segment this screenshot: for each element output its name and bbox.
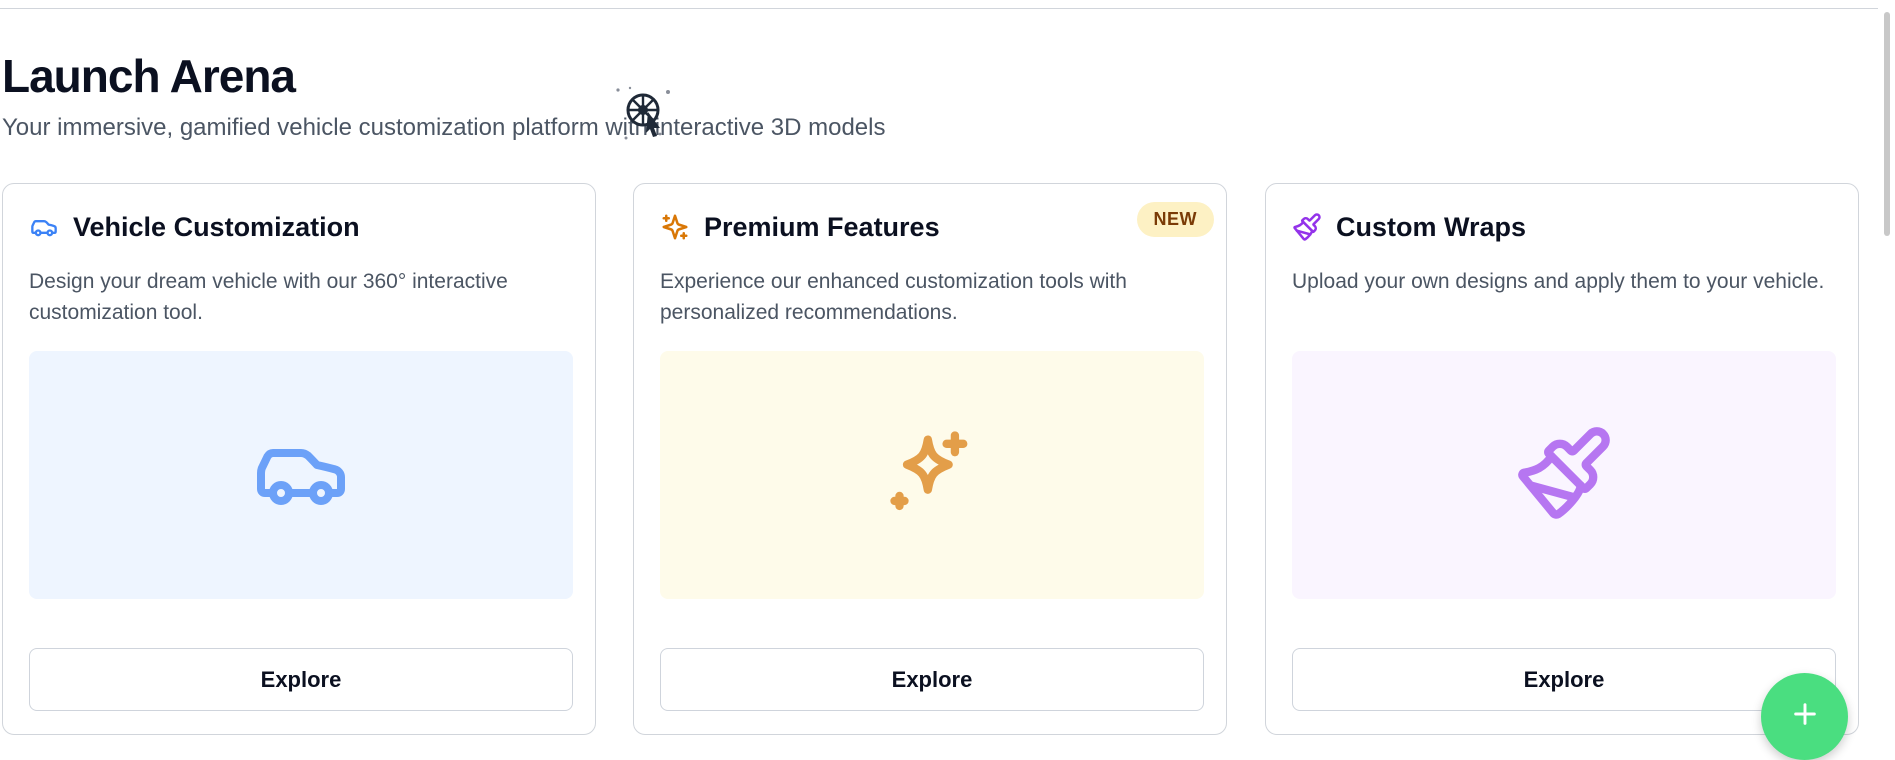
sparkles-icon bbox=[882, 423, 982, 528]
explore-button[interactable]: Explore bbox=[1292, 648, 1836, 711]
explore-button[interactable]: Explore bbox=[29, 648, 573, 711]
busy-cursor-icon bbox=[612, 84, 672, 144]
card-premium-features: Premium Features NEW Experience our enha… bbox=[633, 183, 1227, 735]
card-title: Premium Features bbox=[704, 212, 940, 242]
card-custom-wraps: Custom Wraps Upload your own designs and… bbox=[1265, 183, 1859, 735]
page-title: Launch Arena bbox=[2, 50, 296, 102]
card-header: Vehicle Customization bbox=[29, 210, 360, 244]
card-title: Custom Wraps bbox=[1336, 212, 1527, 242]
new-badge: NEW bbox=[1136, 202, 1214, 237]
card-vehicle-customization: Vehicle Customization Design your dream … bbox=[2, 183, 596, 735]
card-description: Upload your own designs and apply them t… bbox=[1292, 270, 1825, 293]
car-icon bbox=[253, 425, 349, 526]
card-header: Premium Features bbox=[660, 210, 940, 244]
top-divider bbox=[0, 8, 1895, 9]
card-description: Experience our enhanced customization to… bbox=[660, 270, 1127, 324]
car-icon bbox=[29, 212, 59, 242]
paintbrush-icon bbox=[1514, 423, 1614, 528]
card-title: Vehicle Customization bbox=[73, 212, 360, 242]
sparkles-icon bbox=[660, 212, 690, 242]
card-preview bbox=[660, 351, 1204, 599]
card-preview bbox=[29, 351, 573, 599]
explore-button[interactable]: Explore bbox=[660, 648, 1204, 711]
page-subtitle: Your immersive, gamified vehicle customi… bbox=[2, 114, 886, 141]
card-description: Design your dream vehicle with our 360° … bbox=[29, 270, 508, 324]
add-button[interactable] bbox=[1761, 673, 1848, 760]
card-preview bbox=[1292, 351, 1836, 599]
card-header: Custom Wraps bbox=[1292, 210, 1526, 244]
plus-icon bbox=[1791, 700, 1819, 733]
paintbrush-icon bbox=[1292, 212, 1322, 242]
scrollbar-thumb[interactable] bbox=[1884, 12, 1890, 236]
